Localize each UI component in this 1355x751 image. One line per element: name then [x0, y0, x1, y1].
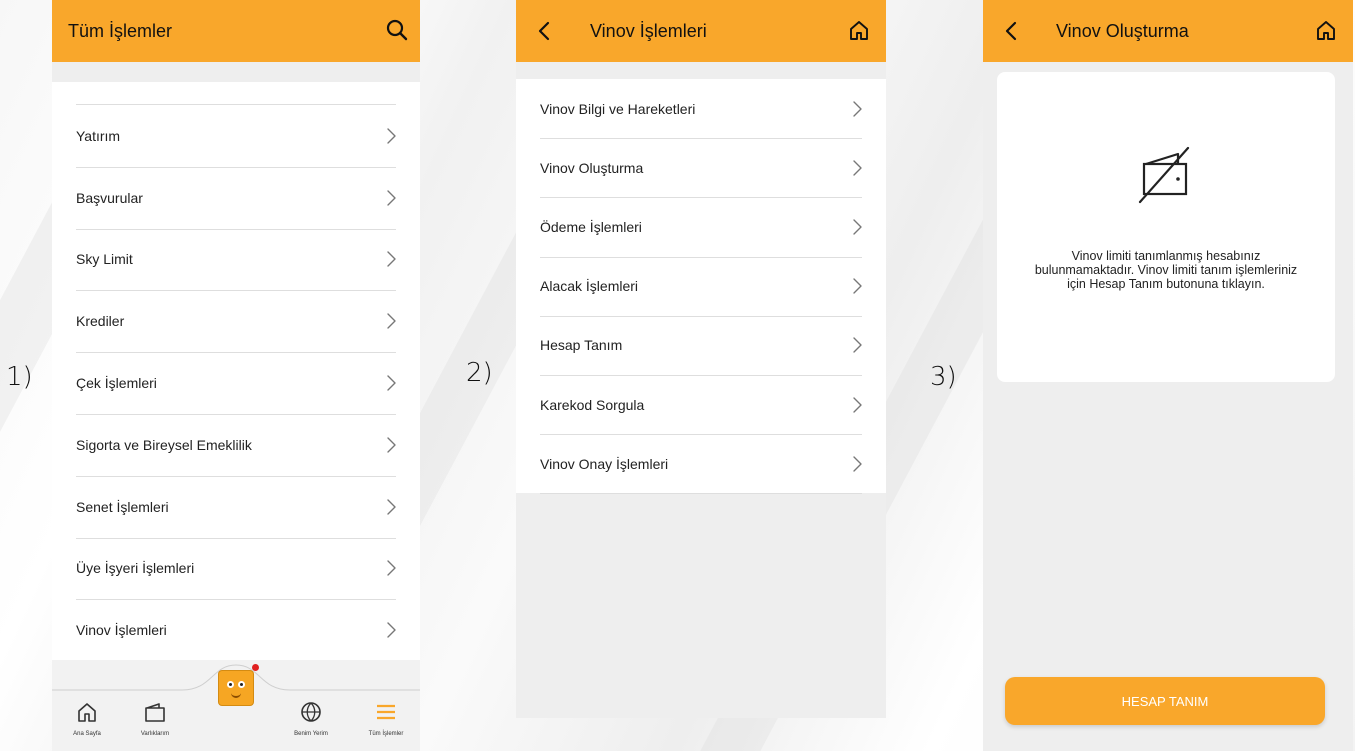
list-item[interactable]: Vinov Bilgi ve Hareketleri [540, 79, 862, 140]
list-item-label: Ödeme İşlemleri [540, 218, 642, 235]
chevron-right-icon [853, 396, 862, 413]
list-item-partial [76, 82, 396, 105]
chevron-right-icon [387, 437, 396, 453]
list-item-label: Senet İşlemleri [76, 498, 169, 515]
chevron-right-icon [387, 498, 396, 515]
chevron-right-icon [387, 128, 396, 144]
list-item-label: Vinov Oluşturma [540, 159, 644, 176]
list-item-label: Sky Limit [76, 251, 133, 268]
step-label-3: 3) [930, 362, 957, 392]
nav-item-my-place[interactable]: Benim Yerim [286, 700, 336, 737]
list-item[interactable]: Ödeme İşlemleri [540, 197, 862, 258]
list-container: Vinov Bilgi ve Hareketleri Vinov Oluşturm… [516, 79, 886, 495]
nav-label: Benim Yerim [294, 731, 328, 737]
list-item[interactable]: Vinov Oluşturma [540, 138, 862, 199]
menu-icon [377, 704, 395, 720]
list-item[interactable]: Karekod Sorgula [540, 375, 862, 436]
list-item[interactable]: Vinov İşlemleri [76, 599, 396, 663]
list-item[interactable]: Çek İşlemleri [76, 352, 396, 415]
scroll-gap [52, 62, 420, 82]
home-icon [78, 703, 96, 722]
nav-item-home[interactable]: Ana Sayfa [62, 700, 112, 737]
list-item-label: Alacak İşlemleri [540, 278, 639, 295]
screen-vinov-create: Vinov Oluşturma Vinov limiti tanımlanmış… [983, 0, 1353, 751]
list-item-label: Çek İşlemleri [76, 375, 157, 392]
mascot-icon [218, 670, 254, 706]
page-title: Tüm İşlemler [68, 20, 173, 41]
list-item[interactable]: Yatırım [76, 105, 396, 168]
list-item[interactable]: Vinov Onay İşlemleri [540, 434, 862, 495]
page-title: Vinov İşlemleri [590, 20, 707, 41]
list-item-label: Yatırım [76, 127, 121, 144]
back-icon[interactable] [538, 21, 550, 41]
screen-vinov-operations: Vinov İşlemleri Vinov Bilgi ve Hareketle… [516, 0, 886, 718]
nav-item-mascot[interactable] [218, 664, 259, 706]
list-item[interactable]: Krediler [76, 290, 396, 354]
list-item[interactable]: Hesap Tanım [540, 316, 862, 376]
step-label-2: 2) [466, 358, 493, 388]
list-item[interactable]: Senet İşlemleri [76, 476, 396, 539]
nav-item-assets[interactable]: Varlıklarım [130, 700, 180, 737]
list-item[interactable]: Alacak İşlemleri [540, 257, 862, 317]
back-icon[interactable] [1005, 21, 1017, 41]
chevron-right-icon [387, 313, 396, 329]
chevron-right-icon [853, 456, 862, 472]
empty-state-message: Vinov limiti tanımlanmış hesabınız bulun… [1034, 249, 1298, 291]
app-header: Tüm İşlemler [52, 0, 420, 62]
app-header: Vinov Oluşturma [983, 0, 1353, 62]
list-item-label: Üye İşyeri İşlemleri [76, 560, 195, 577]
chevron-right-icon [387, 189, 396, 206]
bottom-nav: Ana Sayfa Varlıklarım Benim Yerim Tüm İş… [52, 660, 420, 751]
home-icon[interactable] [848, 19, 870, 41]
chevron-right-icon [387, 560, 396, 577]
list-item-label: Karekod Sorgula [540, 396, 645, 413]
step-label-1: 1) [6, 362, 33, 392]
chevron-right-icon [387, 251, 396, 268]
nav-item-all-operations[interactable]: Tüm İşlemler [356, 700, 416, 737]
chevron-right-icon [387, 375, 396, 391]
list-item-label: Vinov Bilgi ve Hareketleri [540, 100, 696, 117]
chevron-right-icon [853, 337, 862, 354]
nav-label: Ana Sayfa [73, 731, 101, 737]
chevron-right-icon [853, 100, 862, 117]
list-item[interactable]: Üye İşyeri İşlemleri [76, 538, 396, 601]
list-item-label: Başvurular [76, 189, 143, 206]
search-icon[interactable] [386, 19, 408, 41]
list-item-label: Vinov Onay İşlemleri [540, 455, 669, 472]
empty-state-card: Vinov limiti tanımlanmış hesabınız bulun… [997, 72, 1335, 382]
home-icon[interactable] [1315, 19, 1337, 41]
list-item-label: Vinov İşlemleri [76, 622, 167, 639]
list-item[interactable]: Sky Limit [76, 229, 396, 292]
list-item-label: Hesap Tanım [540, 337, 623, 354]
notification-badge [252, 664, 259, 671]
chevron-right-icon [387, 622, 396, 638]
chevron-right-icon [853, 219, 862, 235]
app-header: Vinov İşlemleri [516, 0, 886, 62]
nav-label: Varlıklarım [140, 731, 170, 737]
nav-label: Tüm İşlemler [368, 731, 404, 737]
list-item[interactable]: Başvurular [76, 167, 396, 230]
wallet-off-icon [1138, 146, 1190, 204]
screen-all-operations: Tüm İşlemler Yatırım Başvurular Sky Limit K… [52, 0, 420, 751]
chevron-right-icon [853, 160, 862, 176]
list-item-label: Krediler [76, 313, 125, 330]
wallet-icon [145, 703, 165, 722]
list-item-label: Sigorta ve Bireysel Emeklilik [76, 436, 252, 453]
list-item[interactable]: Sigorta ve Bireysel Emeklilik [76, 414, 396, 477]
globe-icon [301, 702, 321, 722]
page-title: Vinov Oluşturma [1056, 20, 1189, 41]
chevron-right-icon [853, 278, 862, 294]
hesap-tanim-button[interactable]: HESAP TANIM [1005, 677, 1325, 725]
